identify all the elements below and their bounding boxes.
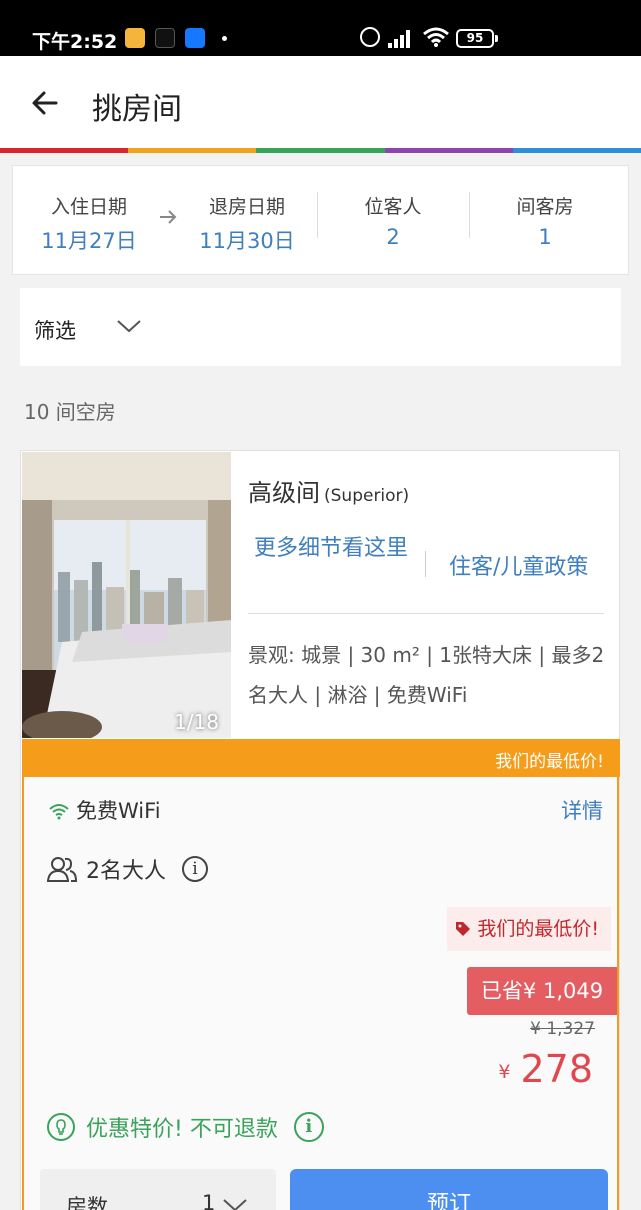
currency-symbol: ¥	[498, 1061, 511, 1083]
deal-text: 优惠特价! 不可退款	[86, 1117, 278, 1142]
room-card: 1/18 高级间 (Superior) 更多细节看这里 住客/儿童政策 景观: 城…	[20, 450, 620, 1210]
back-arrow-icon[interactable]	[28, 86, 62, 120]
wifi-feature: 免费WiFi	[48, 795, 161, 825]
image-counter: 1/18	[174, 710, 219, 734]
chevron-down-icon	[117, 320, 141, 333]
current-price: ¥278	[498, 1047, 593, 1091]
checkout-label: 退房日期	[208, 196, 285, 218]
checkin-date[interactable]: 入住日期 11月27日	[35, 192, 143, 255]
guest-capacity: 2名大人 i	[46, 853, 208, 885]
checkin-label: 入住日期	[50, 196, 127, 218]
tiktok-icon	[155, 28, 175, 48]
filter-dropdown[interactable]: 筛选	[20, 288, 621, 366]
lowest-price-banner: 我们的最低价!	[22, 739, 620, 777]
status-time: 下午2:52	[32, 31, 118, 53]
notification-dot-icon	[222, 36, 227, 41]
chevron-down-icon	[223, 1199, 247, 1210]
price-amount: 278	[520, 1047, 593, 1091]
signal-icon	[388, 28, 414, 48]
rooms-value: 1	[538, 225, 552, 249]
info-icon[interactable]: i	[293, 1112, 324, 1142]
battery-icon: 95	[456, 29, 498, 48]
room-quantity-label: 房数	[66, 1195, 108, 1210]
original-price: ¥ 1,327	[530, 1019, 595, 1039]
booking-dates-panel[interactable]: 入住日期 11月27日 退房日期 11月30日 位客人 2 间客房 1	[12, 165, 629, 275]
availability-count: 10 间空房	[24, 400, 116, 424]
lightbulb-icon	[47, 1113, 75, 1141]
room-details-link[interactable]: 更多细节看这里	[251, 529, 411, 569]
alipay-icon	[185, 28, 205, 48]
divider	[248, 613, 604, 614]
wifi-status-icon	[423, 27, 449, 47]
savings-badge: 已省¥ 1,049	[467, 967, 617, 1015]
filter-label: 筛选	[34, 319, 76, 343]
room-photo[interactable]: 1/18	[22, 452, 231, 738]
lowest-price-tag: 我们的最低价!	[447, 907, 611, 951]
guests-value: 2	[386, 225, 400, 249]
page-title: 挑房间	[92, 92, 182, 127]
banner-text: 我们的最低价!	[495, 752, 604, 772]
deal-notice: 优惠特价! 不可退款 i	[46, 1111, 324, 1143]
rooms-count[interactable]: 间客房 1	[495, 192, 595, 249]
guests-text: 2名大人	[86, 859, 166, 884]
app-header: 挑房间	[0, 56, 641, 148]
checkin-value: 11月27日	[41, 229, 137, 253]
wifi-label: 免费WiFi	[76, 799, 161, 823]
arrow-right-icon	[160, 210, 177, 224]
room-name-en: (Superior)	[324, 486, 410, 506]
room-quantity-select[interactable]: 房数 1	[40, 1169, 276, 1210]
checkout-date[interactable]: 退房日期 11月30日	[193, 192, 301, 255]
lowest-tag-text: 我们的最低价!	[477, 918, 599, 940]
guests-label: 位客人	[364, 196, 422, 218]
people-icon	[46, 857, 78, 882]
rate-offer: 免费WiFi 详情 2名大人 i 我们的最低价! 已省¥ 1,049 ¥ 1,3…	[22, 777, 619, 1210]
wifi-icon	[49, 804, 69, 820]
checkout-value: 11月30日	[199, 229, 295, 253]
guest-policy-link[interactable]: 住客/儿童政策	[449, 549, 588, 581]
room-title: 高级间 (Superior)	[248, 473, 409, 508]
room-photo-illustration	[22, 452, 231, 738]
rainbow-divider	[0, 148, 641, 153]
room-name: 高级间	[248, 479, 320, 507]
divider	[469, 192, 470, 238]
info-icon[interactable]: i	[182, 856, 208, 882]
divider	[425, 551, 426, 577]
status-bar: 下午2:52 95	[0, 0, 641, 56]
notes-app-icon	[125, 28, 145, 48]
guests-count[interactable]: 位客人 2	[343, 192, 443, 249]
room-description: 景观: 城景 | 30 m² | 1张特大床 | 最多2名大人 | 淋浴 | 免…	[248, 643, 605, 707]
divider	[317, 192, 318, 238]
room-quantity-value: 1	[202, 1191, 216, 1210]
alarm-icon	[360, 27, 380, 47]
rooms-label: 间客房	[516, 196, 574, 218]
offer-details-link[interactable]: 详情	[561, 795, 603, 825]
book-button[interactable]: 预订	[290, 1169, 608, 1210]
tag-icon	[456, 922, 471, 936]
